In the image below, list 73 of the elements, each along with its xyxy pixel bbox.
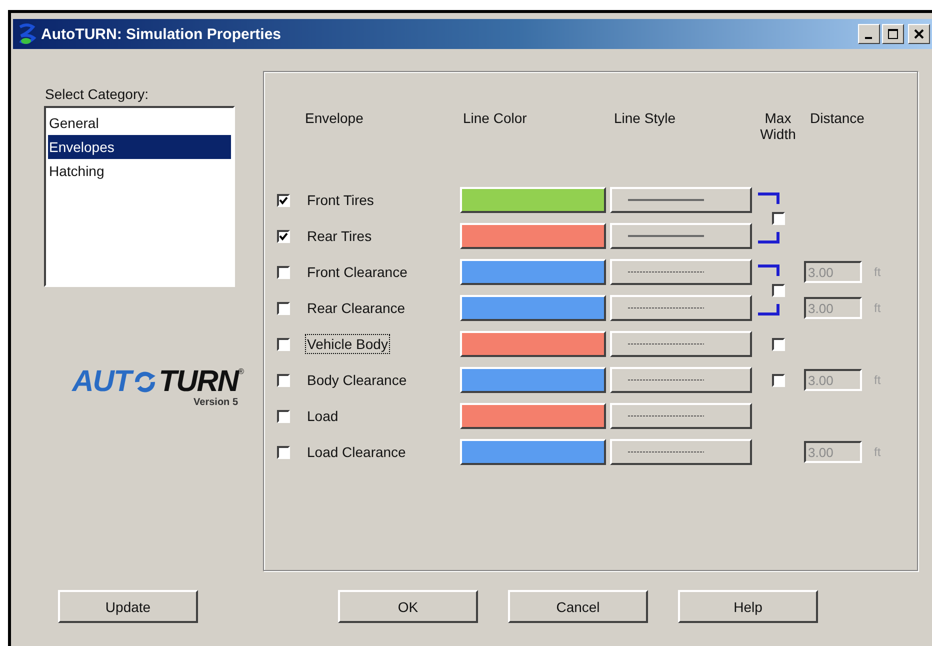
close-button[interactable] xyxy=(908,24,930,44)
unit-label: ft xyxy=(874,373,881,387)
envelope-label: Rear Tires xyxy=(306,227,373,246)
category-item[interactable]: Envelopes xyxy=(48,135,231,159)
envelope-label: Body Clearance xyxy=(306,371,408,390)
checkbox[interactable] xyxy=(277,410,290,422)
dashed-line-icon xyxy=(628,450,704,454)
unit-label: ft xyxy=(874,301,881,315)
dashed-line-icon xyxy=(628,414,704,418)
line-color-button[interactable] xyxy=(460,403,606,429)
checkbox[interactable] xyxy=(277,338,290,350)
checkbox[interactable] xyxy=(772,374,785,386)
version-label: Version 5 xyxy=(194,397,238,409)
maximize-button[interactable] xyxy=(882,24,904,44)
dashed-line-icon xyxy=(628,270,704,274)
line-color-button[interactable] xyxy=(460,295,606,321)
envelope-label: Rear Clearance xyxy=(306,299,406,318)
line-color-button[interactable] xyxy=(460,439,606,465)
dialog-button[interactable]: OK xyxy=(338,590,478,623)
trademark-mark: ® xyxy=(238,367,244,376)
column-header: Line Color xyxy=(463,110,527,126)
logo-text: AUT xyxy=(72,367,131,397)
line-style-button[interactable] xyxy=(610,223,752,249)
category-item[interactable]: General xyxy=(48,111,231,135)
line-style-button[interactable] xyxy=(610,403,752,429)
checkbox[interactable] xyxy=(277,374,290,386)
line-style-button[interactable] xyxy=(610,331,752,357)
line-style-button[interactable] xyxy=(610,259,752,285)
envelope-label: Front Clearance xyxy=(306,263,408,282)
line-style-button[interactable] xyxy=(610,367,752,393)
dashed-line-icon xyxy=(628,378,704,382)
checkbox[interactable] xyxy=(277,194,290,206)
dialog-button[interactable]: Help xyxy=(678,590,818,623)
column-header: Envelope xyxy=(305,110,364,126)
category-item[interactable]: Hatching xyxy=(48,159,231,183)
minimize-button[interactable] xyxy=(858,24,880,44)
line-style-button[interactable] xyxy=(610,295,752,321)
dashed-line-icon xyxy=(628,306,704,310)
column-header: Line Style xyxy=(614,110,676,126)
envelope-label: Load xyxy=(306,407,340,426)
line-color-button[interactable] xyxy=(460,331,606,357)
minimize-icon xyxy=(864,37,872,39)
checkbox[interactable] xyxy=(277,446,290,458)
line-color-button[interactable] xyxy=(460,259,606,285)
checkbox[interactable] xyxy=(772,284,785,296)
checkbox[interactable] xyxy=(277,302,290,314)
line-color-button[interactable] xyxy=(460,367,606,393)
line-style-button[interactable] xyxy=(610,439,752,465)
category-label: Select Category: xyxy=(45,86,148,102)
checkbox[interactable] xyxy=(772,212,785,224)
maximize-icon xyxy=(888,29,898,39)
line-color-button[interactable] xyxy=(460,187,606,213)
logo-text: TURN xyxy=(158,367,238,397)
column-header: Distance xyxy=(810,110,866,126)
dialog-button[interactable]: Cancel xyxy=(508,590,648,623)
unit-label: ft xyxy=(874,265,881,279)
envelope-label: Load Clearance xyxy=(306,443,407,462)
solid-line-icon xyxy=(628,234,704,238)
app-logo-icon xyxy=(17,23,37,45)
dashed-line-icon xyxy=(628,342,704,346)
line-color-button[interactable] xyxy=(460,223,606,249)
envelope-label: Vehicle Body xyxy=(305,334,390,354)
line-style-button[interactable] xyxy=(610,187,752,213)
close-icon xyxy=(914,29,924,39)
update-button[interactable]: Update xyxy=(58,590,198,623)
unit-label: ft xyxy=(874,445,881,459)
checkbox[interactable] xyxy=(277,266,290,278)
envelope-label: Front Tires xyxy=(306,191,375,210)
window-title: AutoTURN: Simulation Properties xyxy=(41,26,282,42)
checkbox[interactable] xyxy=(772,338,785,350)
checkbox[interactable] xyxy=(277,230,290,242)
solid-line-icon xyxy=(628,198,704,202)
column-header: Max Width xyxy=(759,110,797,142)
